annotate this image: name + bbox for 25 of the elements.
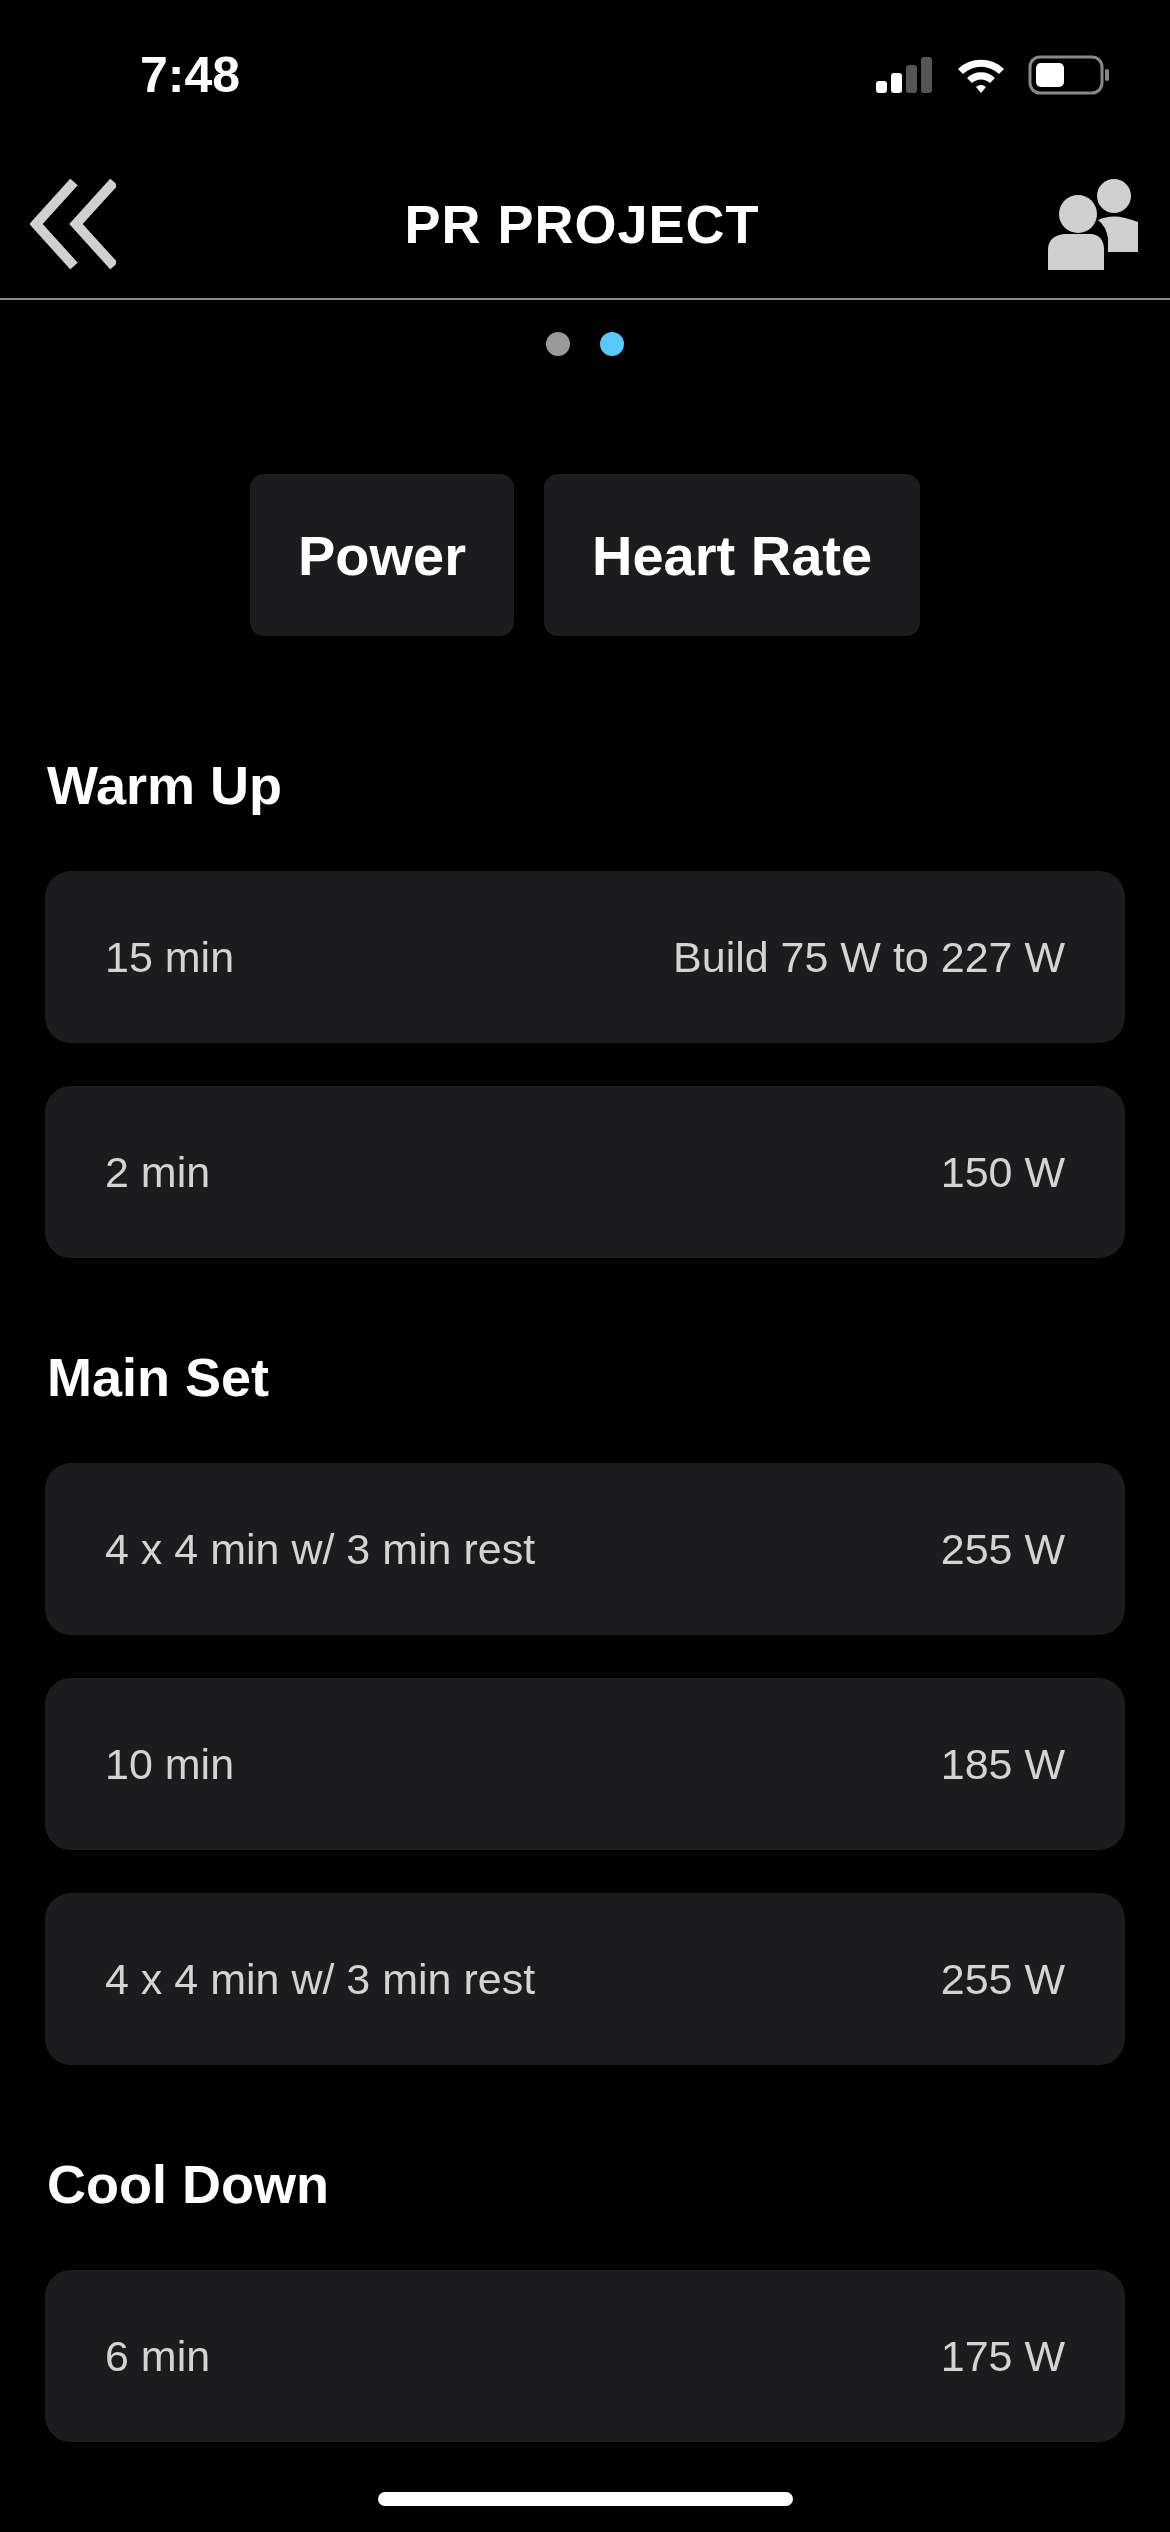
interval-target: Build 75 W to 227 W: [673, 932, 1065, 982]
section-heading: Cool Down: [47, 2153, 329, 2216]
interval-duration: 6 min: [105, 2331, 211, 2381]
interval-target: 150 W: [940, 1147, 1065, 1197]
back-icon[interactable]: [30, 179, 116, 269]
interval-duration: 10 min: [105, 1739, 235, 1789]
interval-duration: 4 x 4 min w/ 3 min rest: [105, 1954, 536, 2004]
interval-target: 255 W: [940, 1524, 1065, 1574]
section-heading: Warm Up: [47, 754, 282, 817]
status-time: 7:48: [140, 46, 241, 104]
screen-title: PR PROJECT: [404, 193, 760, 255]
page-dot[interactable]: [600, 332, 624, 356]
interval-target: 255 W: [940, 1954, 1065, 2004]
signal-icon: [876, 57, 934, 93]
interval-duration: 2 min: [105, 1147, 211, 1197]
interval-duration: 15 min: [105, 932, 235, 982]
interval-target: 185 W: [940, 1739, 1065, 1789]
people-icon[interactable]: [1048, 178, 1140, 270]
interval-duration: 4 x 4 min w/ 3 min rest: [105, 1524, 536, 1574]
page-dot[interactable]: [546, 332, 570, 356]
interval-target: 175 W: [940, 2331, 1065, 2381]
section-heading: Main Set: [47, 1346, 270, 1409]
battery-icon: [1028, 55, 1110, 95]
metric-tab[interactable]: Heart Rate: [543, 474, 921, 636]
metric-tab[interactable]: Power: [249, 474, 514, 636]
